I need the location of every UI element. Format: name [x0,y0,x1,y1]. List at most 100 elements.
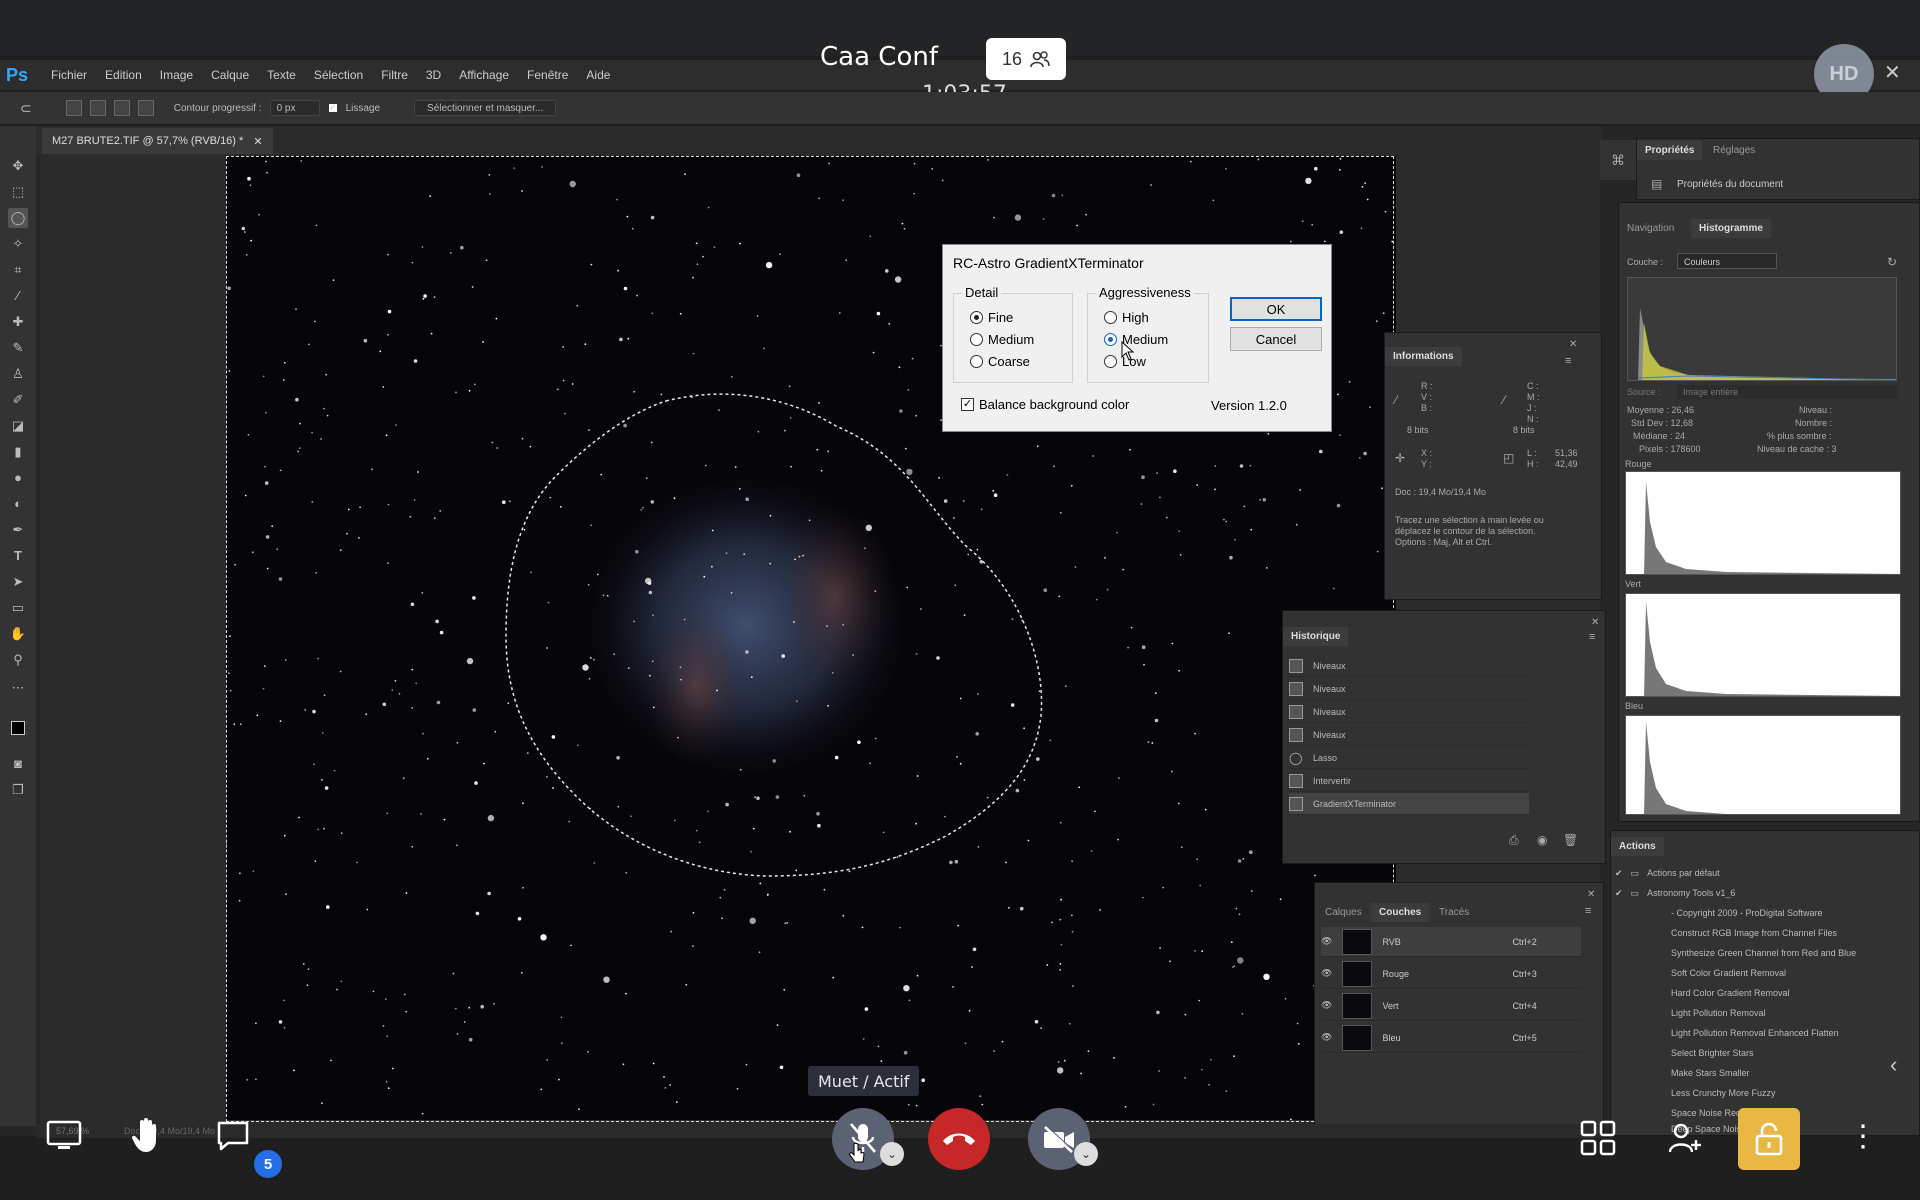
history-brush-icon[interactable]: ✐ [8,390,28,410]
history-item-active[interactable]: GradientXTerminator [1289,793,1529,815]
action-item[interactable]: Soft Color Gradient Removal [1615,963,1915,983]
detail-fine-radio[interactable]: Fine [970,310,1013,325]
visibility-eye-icon[interactable]: 👁 [1321,1032,1332,1043]
trash-icon[interactable]: 🗑 [1563,833,1578,847]
snapshot-icon[interactable]: ◉ [1537,833,1547,847]
close-icon[interactable]: ✕ [1884,60,1901,85]
aggr-medium-radio[interactable]: Medium [1104,332,1168,347]
hangup-button[interactable] [928,1108,990,1170]
subtract-selection-icon[interactable] [113,100,130,116]
raise-hand-icon[interactable] [130,1116,166,1159]
action-set[interactable]: ✔ ▭ Astronomy Tools v1_6 [1615,883,1915,903]
tab-calques[interactable]: Calques [1325,907,1362,918]
gradient-tool-icon[interactable]: ▮ [8,442,28,462]
menu-image[interactable]: Image [151,68,202,82]
quick-mask-icon[interactable]: ◙ [8,754,28,774]
visibility-eye-icon[interactable]: 👁 [1321,968,1332,979]
menu-filtre[interactable]: Filtre [372,68,417,82]
eraser-icon[interactable]: ◪ [8,416,28,436]
type-tool-icon[interactable]: T [8,546,28,566]
menu-3d[interactable]: 3D [417,68,450,82]
menu-affichage[interactable]: Affichage [450,68,518,82]
marquee-tool-icon[interactable]: ⬚ [8,182,28,202]
move-tool-icon[interactable]: ✥ [8,156,28,176]
tile-view-icon[interactable] [1580,1120,1616,1161]
intersect-selection-icon[interactable] [137,100,154,116]
panel-menu-icon[interactable]: ≡ [1589,631,1595,643]
participants-button[interactable]: 16 [986,38,1066,80]
balance-background-checkbox[interactable]: ✓ Balance background color [961,397,1129,412]
camera-options-chevron-icon[interactable]: ⌄ [1074,1142,1098,1166]
visibility-eye-icon[interactable]: 👁 [1321,936,1332,947]
antialias-checkbox[interactable]: ✓ [327,103,338,113]
zoom-tool-icon[interactable]: ⚲ [8,650,28,670]
magic-wand-icon[interactable]: ✧ [8,234,28,254]
channel-row[interactable]: 👁 RVB Ctrl+2 [1321,927,1581,957]
new-document-icon[interactable]: ⎙ [1509,833,1519,848]
select-mask-button[interactable]: Sélectionner et masquer... [414,100,557,116]
menu-texte[interactable]: Texte [258,68,305,82]
action-item[interactable]: Hard Color Gradient Removal [1615,983,1915,1003]
more-options-icon[interactable]: ⋮ [1848,1122,1878,1152]
foreground-color-swatch[interactable] [8,718,28,738]
action-item[interactable]: - Copyright 2009 - ProDigital Software [1615,903,1915,923]
mic-options-chevron-icon[interactable]: ⌄ [880,1142,904,1166]
more-tools-icon[interactable]: ⋯ [8,678,28,698]
channel-row[interactable]: 👁 Bleu Ctrl+5 [1321,1023,1581,1053]
security-lock-button[interactable] [1738,1108,1800,1170]
tab-reglages[interactable]: Réglages [1713,145,1755,156]
refresh-icon[interactable]: ↻ [1887,255,1897,269]
detail-medium-radio[interactable]: Medium [970,332,1034,347]
menu-edition[interactable]: Edition [96,68,151,82]
source-select[interactable]: Image entière [1677,385,1897,399]
tab-traces[interactable]: Tracés [1439,907,1469,918]
action-item[interactable]: Select Brighter Stars [1615,1043,1915,1063]
panel-menu-icon[interactable]: ≡ [1585,905,1591,917]
blur-tool-icon[interactable]: ● [8,468,28,488]
menu-aide[interactable]: Aide [577,68,619,82]
close-icon[interactable]: ✕ [1569,339,1577,350]
close-icon[interactable]: ✕ [1591,617,1599,628]
menu-selection[interactable]: Sélection [305,68,372,82]
document-tab[interactable]: M27 BRUTE2.TIF @ 57,7% (RVB/16) * ✕ [42,128,273,154]
tab-histogramme[interactable]: Histogramme [1691,219,1771,238]
channel-row[interactable]: 👁 Rouge Ctrl+3 [1321,959,1581,989]
action-item[interactable]: Light Pollution Removal Enhanced Flatten [1615,1023,1915,1043]
lasso-tool-icon[interactable]: ◯ [8,208,28,228]
lasso-tool-icon[interactable]: ⊂ [20,100,32,117]
hand-tool-icon[interactable]: ✋ [8,624,28,644]
action-item[interactable]: Synthesize Green Channel from Red and Bl… [1615,943,1915,963]
check-icon[interactable]: ✔ [1615,888,1623,899]
crop-tool-icon[interactable]: ⌗ [8,260,28,280]
chevron-left-icon[interactable]: ‹ [1890,1052,1897,1078]
history-item[interactable]: Niveaux [1289,701,1529,723]
visibility-eye-icon[interactable]: 👁 [1321,1000,1332,1011]
cancel-button[interactable]: Cancel [1230,327,1322,351]
tab-couches[interactable]: Couches [1371,903,1430,922]
action-item[interactable]: Less Crunchy More Fuzzy [1615,1083,1915,1103]
channel-row[interactable]: 👁 Vert Ctrl+4 [1321,991,1581,1021]
action-item[interactable]: Light Pollution Removal [1615,1003,1915,1023]
new-selection-icon[interactable] [65,100,82,116]
history-item[interactable]: Niveaux [1289,678,1529,700]
feather-input[interactable]: 0 px [269,100,320,116]
action-item[interactable]: Construct RGB Image from Channel Files [1615,923,1915,943]
ok-button[interactable]: OK [1230,297,1322,321]
action-set[interactable]: ✔ ▭ Actions par défaut [1615,863,1915,883]
path-select-icon[interactable]: ➤ [8,572,28,592]
menu-fichier[interactable]: Fichier [42,68,96,82]
screen-share-icon[interactable] [46,1120,82,1155]
dodge-tool-icon[interactable]: ◐ [8,494,28,514]
screen-mode-icon[interactable]: ❐ [8,780,28,800]
history-item[interactable]: Intervertir [1289,770,1529,792]
history-item[interactable]: ◯ Lasso [1289,747,1529,769]
tab-proprietes[interactable]: Propriétés [1637,141,1703,160]
brush-tool-icon[interactable]: ✎ [8,338,28,358]
eyedropper-icon[interactable]: ⁄ [8,286,28,306]
panel-menu-icon[interactable]: ≡ [1565,355,1571,367]
chat-icon[interactable] [216,1120,250,1157]
aggr-high-radio[interactable]: High [1104,310,1149,325]
stamp-tool-icon[interactable]: ♙ [8,364,28,384]
close-tab-icon[interactable]: ✕ [253,135,262,148]
check-icon[interactable]: ✔ [1615,868,1623,879]
